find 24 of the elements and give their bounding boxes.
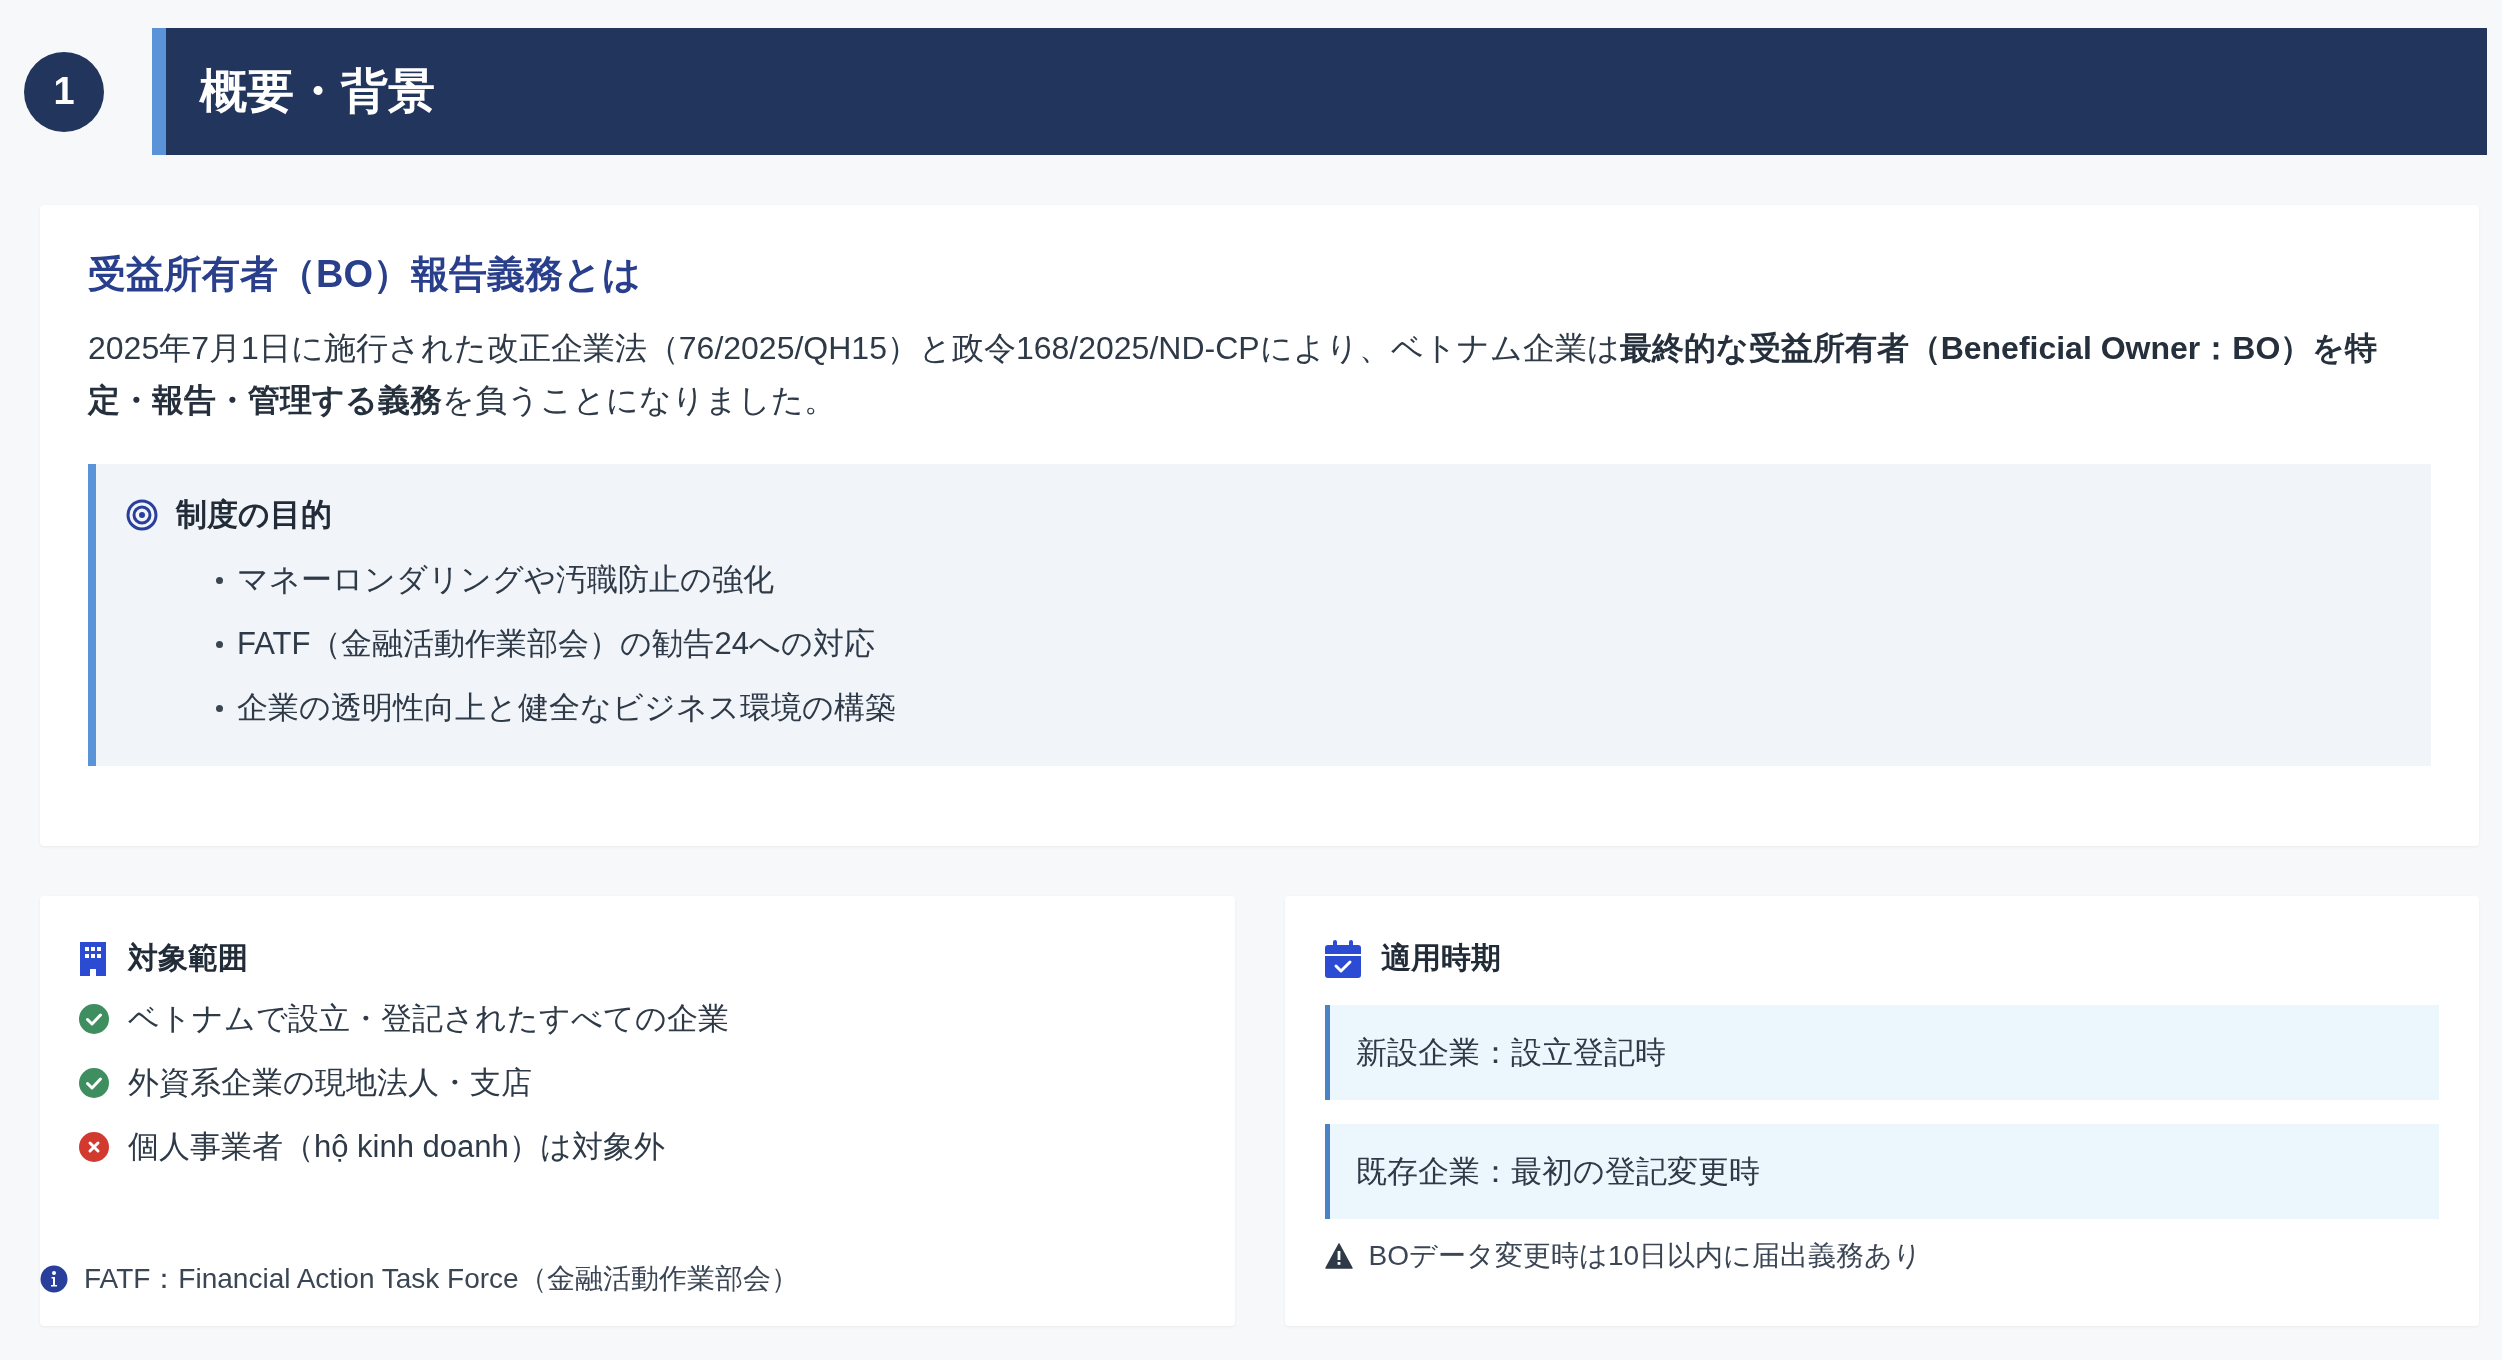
scope-item: 個人事業者（hộ kinh doanh）は対象外 [128,1128,665,1166]
purpose-item: マネーロンダリングや汚職防止の強化 [237,561,774,599]
section-number: 1 [24,51,104,132]
calendar-check-icon [1324,939,1361,978]
bullet-icon [216,704,223,712]
callout-title: 制度の目的 [176,496,332,534]
building-icon [78,939,108,978]
target-icon [126,499,158,531]
scope-item: ベトナムで設立・登記されたすべての企業 [128,1000,729,1038]
bullet-icon [216,576,223,584]
timing-item: 既存企業：最初の登記変更時 [1324,1124,2439,1219]
warning-icon [1324,1243,1353,1269]
card-title: 適用時期 [1380,940,1501,976]
warning-note: BOデータ変更時は10日以内に届出義務あり [1368,1239,1923,1273]
purpose-item: 企業の透明性向上と健全なビジネス環境の構築 [237,689,896,727]
description-paragraph: 2025年7月1日に施行された改正企業法（76/2025/QH15）と政令168/2025/ND-CPにより、ベトナム企業は最終的な受益所有者（Beneficial Owner：BO）を特定・報告・管理する義務を負うことになりました。 [88,329,2379,420]
footnote: FATF：Financial Action Task Force（金融活動作業部会） [84,1262,799,1296]
purpose-item: FATF（金融活動作業部会）の勧告24への対応 [237,625,875,663]
card-title: 対象範囲 [128,940,248,976]
bullet-icon [216,640,223,648]
timing-item: 新設企業：設立登記時 [1324,1005,2439,1100]
section-title: 概要・背景 [200,63,435,119]
scope-item: 外資系企業の現地法人・支店 [128,1064,532,1102]
card-title: 受益所有者（BO）報告義務とは [88,252,642,297]
